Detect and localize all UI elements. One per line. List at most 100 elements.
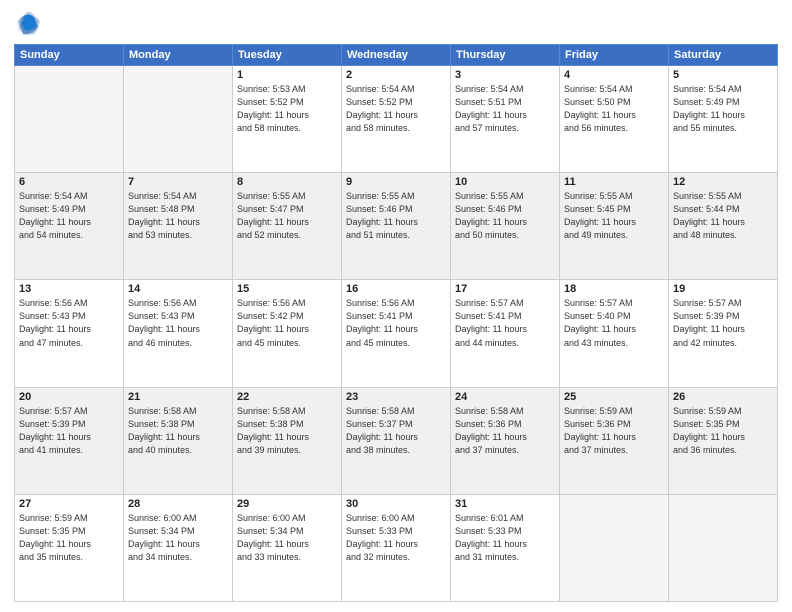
calendar-week-4: 20 Sunrise: 5:57 AM Sunset: 5:39 PM Dayli…	[15, 387, 778, 494]
weekday-header-sunday: Sunday	[15, 45, 124, 66]
calendar-cell: 15 Sunrise: 5:56 AM Sunset: 5:42 PM Dayli…	[233, 280, 342, 387]
day-number: 30	[346, 498, 446, 510]
day-info: Sunrise: 5:56 AM Sunset: 5:43 PM Dayligh…	[128, 297, 228, 349]
day-info: Sunrise: 5:54 AM Sunset: 5:49 PM Dayligh…	[19, 190, 119, 242]
day-info: Sunrise: 5:57 AM Sunset: 5:40 PM Dayligh…	[564, 297, 664, 349]
day-info: Sunrise: 5:58 AM Sunset: 5:36 PM Dayligh…	[455, 405, 555, 457]
day-number: 25	[564, 391, 664, 403]
calendar-cell: 30Sunrise: 6:00 AM Sunset: 5:33 PM Dayli…	[342, 494, 451, 601]
day-info: Sunrise: 6:01 AM Sunset: 5:33 PM Dayligh…	[455, 512, 555, 564]
calendar-cell: 6 Sunrise: 5:54 AM Sunset: 5:49 PM Daylig…	[15, 173, 124, 280]
day-info: Sunrise: 5:58 AM Sunset: 5:37 PM Dayligh…	[346, 405, 446, 457]
calendar-cell: 16Sunrise: 5:56 AM Sunset: 5:41 PM Dayli…	[342, 280, 451, 387]
calendar-cell: 11 Sunrise: 5:55 AM Sunset: 5:45 PM Dayli…	[560, 173, 669, 280]
day-number: 15	[237, 283, 337, 295]
day-number: 14	[128, 283, 228, 295]
calendar-cell: 28 Sunrise: 6:00 AM Sunset: 5:34 PM Dayli…	[124, 494, 233, 601]
day-number: 7	[128, 176, 228, 188]
weekday-header-thursday: Thursday	[451, 45, 560, 66]
calendar-cell: 29Sunrise: 6:00 AM Sunset: 5:34 PM Dayli…	[233, 494, 342, 601]
day-info: Sunrise: 5:55 AM Sunset: 5:46 PM Dayligh…	[455, 190, 555, 242]
calendar-cell: 8Sunrise: 5:55 AM Sunset: 5:47 PM Daylig…	[233, 173, 342, 280]
calendar-cell	[124, 66, 233, 173]
calendar-cell: 22 Sunrise: 5:58 AM Sunset: 5:38 PM Dayli…	[233, 387, 342, 494]
day-info: Sunrise: 5:56 AM Sunset: 5:43 PM Dayligh…	[19, 297, 119, 349]
day-number: 16	[346, 283, 446, 295]
day-number: 26	[673, 391, 773, 403]
day-number: 8	[237, 176, 337, 188]
day-info: Sunrise: 5:54 AM Sunset: 5:49 PM Dayligh…	[673, 83, 773, 135]
day-number: 5	[673, 69, 773, 81]
page: SundayMondayTuesdayWednesdayThursdayFrid…	[0, 0, 792, 612]
calendar-cell: 19Sunrise: 5:57 AM Sunset: 5:39 PM Dayli…	[669, 280, 778, 387]
calendar-week-3: 13 Sunrise: 5:56 AM Sunset: 5:43 PM Dayli…	[15, 280, 778, 387]
day-number: 2	[346, 69, 446, 81]
day-info: Sunrise: 5:56 AM Sunset: 5:42 PM Dayligh…	[237, 297, 337, 349]
calendar-cell: 26 Sunrise: 5:59 AM Sunset: 5:35 PM Dayli…	[669, 387, 778, 494]
day-number: 31	[455, 498, 555, 510]
calendar-body: 1 Sunrise: 5:53 AM Sunset: 5:52 PM Daylig…	[15, 66, 778, 602]
weekday-header-wednesday: Wednesday	[342, 45, 451, 66]
calendar-cell	[15, 66, 124, 173]
day-number: 11	[564, 176, 664, 188]
logo-icon	[14, 10, 42, 38]
weekday-header-saturday: Saturday	[669, 45, 778, 66]
calendar-cell: 10 Sunrise: 5:55 AM Sunset: 5:46 PM Dayli…	[451, 173, 560, 280]
calendar-cell: 18 Sunrise: 5:57 AM Sunset: 5:40 PM Dayli…	[560, 280, 669, 387]
day-number: 19	[673, 283, 773, 295]
day-info: Sunrise: 5:58 AM Sunset: 5:38 PM Dayligh…	[237, 405, 337, 457]
calendar-cell: 24 Sunrise: 5:58 AM Sunset: 5:36 PM Dayli…	[451, 387, 560, 494]
logo	[14, 10, 46, 38]
calendar-cell: 5 Sunrise: 5:54 AM Sunset: 5:49 PM Daylig…	[669, 66, 778, 173]
calendar-cell	[560, 494, 669, 601]
day-info: Sunrise: 5:53 AM Sunset: 5:52 PM Dayligh…	[237, 83, 337, 135]
day-info: Sunrise: 6:00 AM Sunset: 5:34 PM Dayligh…	[237, 512, 337, 564]
calendar-cell: 25 Sunrise: 5:59 AM Sunset: 5:36 PM Dayli…	[560, 387, 669, 494]
calendar-cell: 4 Sunrise: 5:54 AM Sunset: 5:50 PM Daylig…	[560, 66, 669, 173]
weekday-header-friday: Friday	[560, 45, 669, 66]
calendar-cell: 21 Sunrise: 5:58 AM Sunset: 5:38 PM Dayli…	[124, 387, 233, 494]
calendar-cell: 20 Sunrise: 5:57 AM Sunset: 5:39 PM Dayli…	[15, 387, 124, 494]
day-info: Sunrise: 5:58 AM Sunset: 5:38 PM Dayligh…	[128, 405, 228, 457]
day-info: Sunrise: 5:55 AM Sunset: 5:45 PM Dayligh…	[564, 190, 664, 242]
day-number: 24	[455, 391, 555, 403]
day-number: 18	[564, 283, 664, 295]
calendar-cell	[669, 494, 778, 601]
day-info: Sunrise: 5:54 AM Sunset: 5:50 PM Dayligh…	[564, 83, 664, 135]
calendar-week-5: 27Sunrise: 5:59 AM Sunset: 5:35 PM Dayli…	[15, 494, 778, 601]
day-number: 21	[128, 391, 228, 403]
day-info: Sunrise: 6:00 AM Sunset: 5:34 PM Dayligh…	[128, 512, 228, 564]
calendar-cell: 27Sunrise: 5:59 AM Sunset: 5:35 PM Dayli…	[15, 494, 124, 601]
day-number: 4	[564, 69, 664, 81]
day-number: 22	[237, 391, 337, 403]
day-number: 28	[128, 498, 228, 510]
day-info: Sunrise: 5:54 AM Sunset: 5:48 PM Dayligh…	[128, 190, 228, 242]
day-number: 6	[19, 176, 119, 188]
day-info: Sunrise: 5:54 AM Sunset: 5:52 PM Dayligh…	[346, 83, 446, 135]
day-number: 13	[19, 283, 119, 295]
calendar-cell: 13 Sunrise: 5:56 AM Sunset: 5:43 PM Dayli…	[15, 280, 124, 387]
calendar-week-1: 1 Sunrise: 5:53 AM Sunset: 5:52 PM Daylig…	[15, 66, 778, 173]
day-info: Sunrise: 5:59 AM Sunset: 5:35 PM Dayligh…	[673, 405, 773, 457]
calendar-cell: 2 Sunrise: 5:54 AM Sunset: 5:52 PM Daylig…	[342, 66, 451, 173]
day-info: Sunrise: 5:57 AM Sunset: 5:39 PM Dayligh…	[19, 405, 119, 457]
calendar-cell: 17 Sunrise: 5:57 AM Sunset: 5:41 PM Dayli…	[451, 280, 560, 387]
day-number: 27	[19, 498, 119, 510]
day-number: 10	[455, 176, 555, 188]
calendar-cell: 7 Sunrise: 5:54 AM Sunset: 5:48 PM Daylig…	[124, 173, 233, 280]
day-info: Sunrise: 5:54 AM Sunset: 5:51 PM Dayligh…	[455, 83, 555, 135]
calendar-header-row: SundayMondayTuesdayWednesdayThursdayFrid…	[15, 45, 778, 66]
weekday-header-tuesday: Tuesday	[233, 45, 342, 66]
calendar-week-2: 6 Sunrise: 5:54 AM Sunset: 5:49 PM Daylig…	[15, 173, 778, 280]
day-number: 12	[673, 176, 773, 188]
day-info: Sunrise: 5:59 AM Sunset: 5:36 PM Dayligh…	[564, 405, 664, 457]
day-info: Sunrise: 5:57 AM Sunset: 5:41 PM Dayligh…	[455, 297, 555, 349]
calendar-cell: 9Sunrise: 5:55 AM Sunset: 5:46 PM Daylig…	[342, 173, 451, 280]
day-number: 20	[19, 391, 119, 403]
day-number: 17	[455, 283, 555, 295]
calendar-cell: 23 Sunrise: 5:58 AM Sunset: 5:37 PM Dayli…	[342, 387, 451, 494]
day-number: 23	[346, 391, 446, 403]
day-number: 3	[455, 69, 555, 81]
day-number: 1	[237, 69, 337, 81]
day-info: Sunrise: 5:55 AM Sunset: 5:46 PM Dayligh…	[346, 190, 446, 242]
